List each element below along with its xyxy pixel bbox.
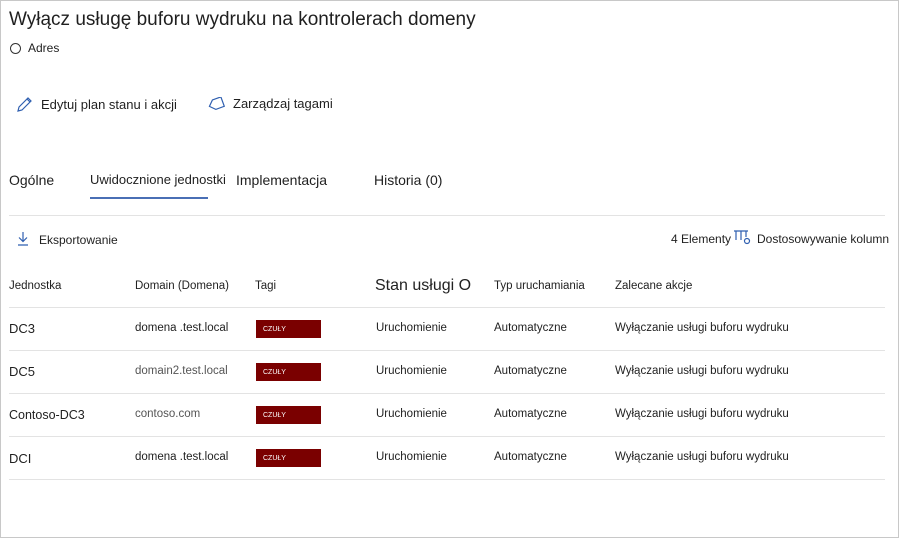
table-row[interactable]: DC5 domain2.test.local CZUŁY Uruchomieni… bbox=[9, 351, 885, 394]
customize-columns-button[interactable]: Dostosowywanie kolumn bbox=[733, 230, 889, 248]
tab-history[interactable]: Historia (0) bbox=[374, 172, 442, 188]
tab-general[interactable]: Ogólne bbox=[9, 172, 54, 188]
cell-startup-type: Automatyczne bbox=[494, 451, 567, 463]
divider bbox=[9, 215, 885, 216]
cell-service-state: Uruchomienie bbox=[376, 451, 447, 463]
tab-exposed-entities[interactable]: Uwidocznione jednostki bbox=[90, 172, 226, 187]
columns-settings-icon bbox=[733, 230, 751, 248]
column-header-tags[interactable]: Tagi bbox=[255, 280, 276, 292]
cell-service-state: Uruchomienie bbox=[376, 408, 447, 420]
cell-entity: Contoso-DC3 bbox=[9, 408, 85, 422]
column-header-service-state[interactable]: Stan usługi O bbox=[375, 277, 471, 295]
export-button[interactable]: Eksportowanie bbox=[17, 231, 118, 249]
pencil-icon bbox=[16, 96, 33, 113]
cell-entity: DC3 bbox=[9, 321, 36, 336]
address-option[interactable]: Adres bbox=[10, 41, 59, 55]
tag-badge: CZUŁY bbox=[256, 363, 321, 381]
edit-plan-button[interactable]: Edytuj plan stanu i akcji bbox=[16, 96, 177, 113]
edit-plan-label: Edytuj plan stanu i akcji bbox=[41, 97, 177, 112]
table-row[interactable]: DC3 domena .test.local CZUŁY Uruchomieni… bbox=[9, 308, 885, 351]
tag-badge: CZUŁY bbox=[256, 449, 321, 467]
cell-domain: domena .test.local bbox=[135, 451, 229, 463]
export-label: Eksportowanie bbox=[39, 233, 118, 247]
radio-button[interactable] bbox=[10, 42, 21, 54]
cell-recommended-action: Wyłączanie usługi buforu wydruku bbox=[615, 322, 789, 334]
cell-entity: DC5 bbox=[9, 364, 36, 379]
divider bbox=[9, 479, 885, 480]
column-header-domain[interactable]: Domain (Domena) bbox=[135, 280, 229, 292]
cell-startup-type: Automatyczne bbox=[494, 408, 567, 420]
table-row[interactable]: Contoso-DC3 contoso.com CZUŁY Uruchomien… bbox=[9, 394, 885, 437]
tab-implementation[interactable]: Implementacja bbox=[236, 172, 327, 188]
active-tab-indicator bbox=[90, 197, 208, 199]
cell-service-state: Uruchomienie bbox=[376, 365, 447, 377]
item-count: 4 Elementy bbox=[671, 232, 732, 246]
column-header-startup-type[interactable]: Typ uruchamiania bbox=[494, 280, 585, 292]
manage-tags-label: Zarządzaj tagami bbox=[233, 96, 333, 111]
cell-service-state: Uruchomienie bbox=[376, 322, 447, 334]
address-label: Adres bbox=[28, 41, 60, 55]
cell-recommended-action: Wyłączanie usługi buforu wydruku bbox=[615, 451, 789, 463]
cell-recommended-action: Wyłączanie usługi buforu wydruku bbox=[615, 408, 789, 420]
tag-badge: CZUŁY bbox=[256, 406, 321, 424]
cell-domain: domain2.test.local bbox=[135, 365, 228, 377]
customize-columns-label: Dostosowywanie kolumn bbox=[757, 232, 890, 246]
cell-domain: contoso.com bbox=[135, 408, 201, 420]
cell-startup-type: Automatyczne bbox=[494, 322, 567, 334]
cell-recommended-action: Wyłączanie usługi buforu wydruku bbox=[615, 365, 789, 377]
table-row[interactable]: DCI domena .test.local CZUŁY Uruchomieni… bbox=[9, 437, 885, 480]
download-icon bbox=[17, 231, 29, 249]
cell-domain: domena .test.local bbox=[135, 322, 229, 334]
tag-icon bbox=[208, 96, 225, 111]
column-header-recommended-actions[interactable]: Zalecane akcje bbox=[615, 280, 692, 292]
panel: Wyłącz usługę buforu wydruku na kontrole… bbox=[0, 0, 899, 538]
cell-startup-type: Automatyczne bbox=[494, 365, 567, 377]
column-header-entity[interactable]: Jednostka bbox=[9, 280, 61, 292]
cell-entity: DCI bbox=[9, 451, 32, 466]
manage-tags-button[interactable]: Zarządzaj tagami bbox=[208, 96, 333, 111]
page-title: Wyłącz usługę buforu wydruku na kontrole… bbox=[9, 9, 476, 30]
tag-badge: CZUŁY bbox=[256, 320, 321, 338]
